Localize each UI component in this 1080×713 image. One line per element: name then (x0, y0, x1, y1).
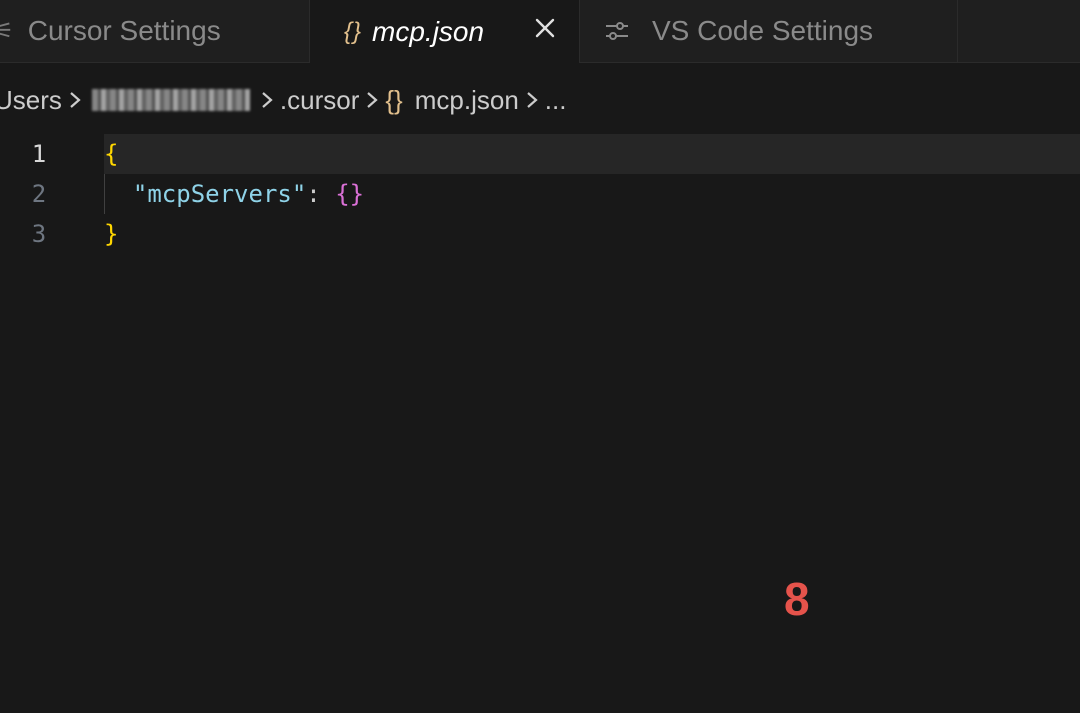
close-brace: } (104, 220, 119, 248)
tab-mcp-json[interactable]: {} mcp.json (310, 0, 580, 63)
breadcrumb: Users .cursor {} mcp.json ... (0, 78, 1080, 122)
breadcrumb-users[interactable]: Users (0, 85, 62, 116)
code-text: } (104, 220, 118, 248)
tab-vs-code-settings[interactable]: VS Code Settings (580, 0, 958, 62)
json-key: "mcpServers" (132, 180, 307, 208)
sliders-icon (604, 20, 630, 42)
tab-bar-empty-space (958, 0, 1080, 62)
chevron-right-icon (62, 91, 88, 109)
code-editor[interactable]: 1 { 2 "mcpServers": {} 3 } (0, 134, 1080, 713)
tab-label: Cursor Settings (27, 15, 221, 46)
annotation-step-number: 8 (784, 573, 810, 625)
close-icon[interactable] (531, 14, 559, 42)
line-number: 2 (31, 180, 47, 208)
tab-cursor-settings[interactable]: ⚟ Cursor Settings (0, 0, 310, 62)
json-braces-icon: {} (385, 84, 403, 115)
chevron-right-icon (254, 91, 280, 109)
settings-icon: ⚟ (0, 18, 14, 43)
tab-bar: ⚟ Cursor Settings {} mcp.json VS Code Se… (0, 0, 1080, 63)
json-value: {} (335, 180, 365, 208)
code-text: { (104, 140, 118, 168)
tab-label: VS Code Settings (652, 15, 874, 46)
line-number: 1 (31, 140, 47, 168)
code-line: 2 "mcpServers": {} (0, 174, 1080, 214)
breadcrumb-mcp-json[interactable]: mcp.json (415, 85, 519, 116)
tab-label: mcp.json (372, 15, 485, 47)
current-line-highlight (104, 134, 1080, 174)
open-brace: { (104, 140, 119, 168)
line-number: 3 (31, 220, 47, 248)
json-braces-icon: {} (344, 17, 363, 45)
code-text: "mcpServers": {} (104, 180, 364, 208)
code-line: 1 { (0, 134, 1080, 174)
breadcrumb-cursor-folder[interactable]: .cursor (280, 85, 359, 116)
chevron-right-icon (519, 91, 545, 109)
breadcrumb-more[interactable]: ... (545, 85, 567, 116)
json-colon: : (306, 180, 321, 208)
chevron-right-icon (359, 91, 385, 109)
code-line: 3 } (0, 214, 1080, 254)
breadcrumb-username-redacted[interactable] (91, 89, 250, 111)
